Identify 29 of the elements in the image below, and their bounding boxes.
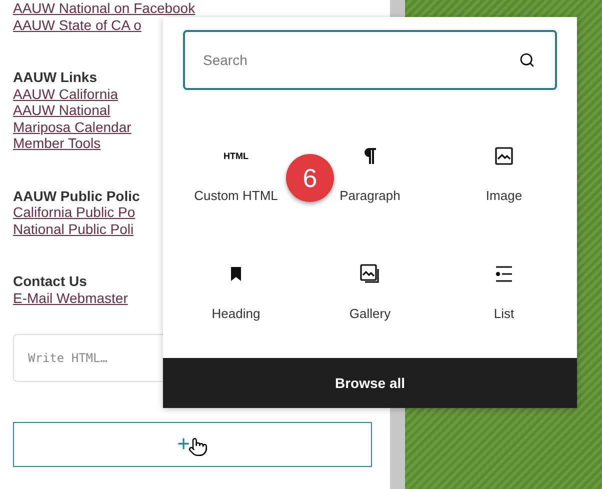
block-option[interactable]: Image	[486, 144, 522, 204]
sidebar-link[interactable]: AAUW National on Facebook	[13, 0, 196, 16]
gallery-icon	[359, 263, 381, 285]
sidebar-link[interactable]: National Public Poli	[13, 220, 134, 237]
block-option[interactable]: Gallery	[349, 262, 391, 322]
sidebar-link[interactable]: AAUW California	[13, 86, 118, 102]
browse-all-button[interactable]: Browse all	[163, 358, 577, 408]
sidebar-link[interactable]: Mariposa Calendar	[13, 118, 132, 135]
sidebar-link[interactable]: E-Mail Webmaster	[13, 290, 128, 306]
list-icon	[494, 265, 514, 283]
section-heading: AAUW Public Polic	[13, 188, 140, 204]
search-field[interactable]: Search	[183, 30, 557, 90]
html-icon: HTML	[223, 152, 248, 160]
bookmark-icon	[230, 266, 242, 282]
block-option[interactable]: List	[494, 262, 514, 322]
add-block-button[interactable]: +	[13, 422, 372, 467]
sidebar-link[interactable]: AAUW National	[13, 102, 110, 118]
paragraph-icon	[363, 147, 377, 165]
section-heading: AAUW Links	[13, 69, 97, 86]
image-icon	[494, 146, 514, 166]
section-heading: Contact Us	[13, 273, 87, 290]
search-icon	[519, 52, 535, 68]
sidebar-link[interactable]: AAUW State of CA o	[13, 16, 142, 33]
sidebar-link[interactable]: Member Tools	[13, 135, 101, 152]
block-option[interactable]: HTML Custom HTML	[194, 144, 278, 204]
block-option[interactable]: Heading	[212, 262, 260, 322]
sidebar-link[interactable]: California Public Po	[13, 204, 136, 220]
block-option[interactable]: Paragraph	[340, 144, 400, 204]
hand-cursor-icon	[188, 436, 208, 456]
